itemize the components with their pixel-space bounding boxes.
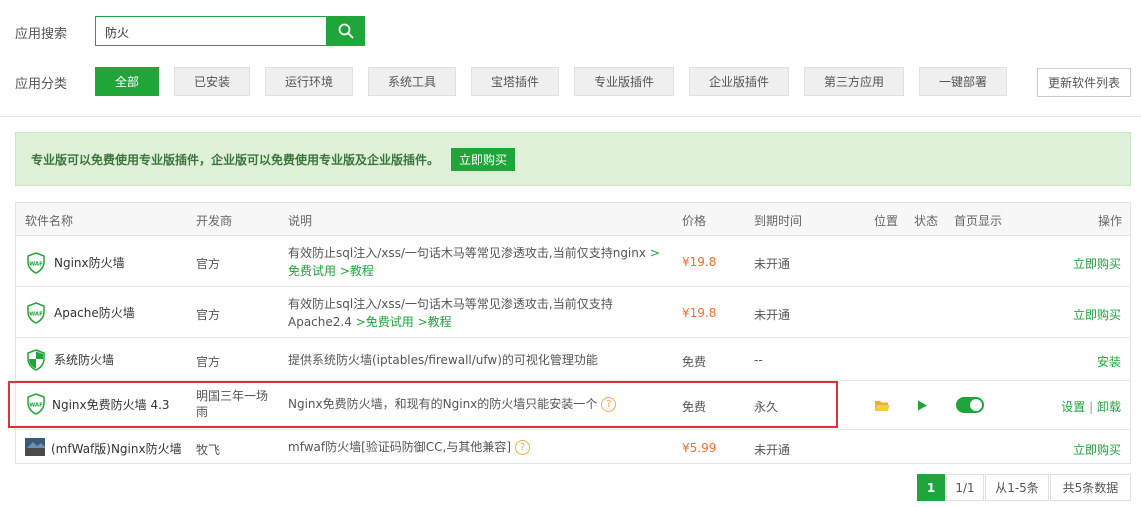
page-count: 1/1 (946, 474, 984, 501)
plugin-description: 有效防止sql注入/xss/一句话木马等常见渗透攻击,当前仅支持nginx > … (288, 246, 660, 278)
plugin-expire: 未开通 (754, 308, 791, 322)
category-all[interactable]: 全部 (95, 67, 159, 96)
plugin-name: Apache防火墙 (54, 306, 135, 320)
plugin-name: (mfWaf版)Nginx防火墙 (51, 442, 182, 456)
refresh-list-button[interactable]: 更新软件列表 (1037, 68, 1131, 97)
buy-now-link[interactable]: 立即购买 (1073, 441, 1121, 458)
svg-text:WAF: WAF (29, 312, 43, 318)
plugin-price: ¥19.8 (682, 306, 717, 320)
plugin-expire: -- (754, 353, 763, 367)
homepage-toggle[interactable] (956, 397, 984, 413)
category-system-tools[interactable]: 系统工具 (368, 67, 456, 96)
tutorial-link[interactable]: >教程 (340, 264, 374, 278)
detail-link[interactable]: > (650, 246, 660, 260)
buy-now-link[interactable]: 立即购买 (1073, 255, 1121, 272)
table-row: 系统防火墙 官方 提供系统防火墙(iptables/firewall/ufw)的… (16, 339, 1130, 381)
plugin-developer: 官方 (196, 355, 221, 369)
promo-text: 专业版可以免费使用专业版插件，企业版可以免费使用专业版及企业版插件。 (31, 152, 440, 167)
category-runtime[interactable]: 运行环境 (265, 67, 353, 96)
uninstall-link[interactable]: 卸载 (1097, 400, 1121, 414)
plugin-description: mfwaf防火墙[验证码防御CC,与其他兼容]? (288, 438, 531, 456)
divider (0, 116, 1141, 117)
plugin-description: 有效防止sql注入/xss/一句话木马等常见渗透攻击,当前仅支持 Apache2… (288, 297, 613, 329)
category-enterprise-plugins[interactable]: 企业版插件 (689, 67, 789, 96)
header-developer: 开发商 (196, 214, 233, 228)
mfwaf-logo-icon (25, 438, 45, 456)
category-bt-plugins[interactable]: 宝塔插件 (471, 67, 559, 96)
toggle-knob (970, 399, 982, 411)
plugin-price: 免费 (682, 355, 707, 369)
buy-now-link[interactable]: 立即购买 (1073, 306, 1121, 323)
header-actions: 操作 (1098, 214, 1123, 228)
waf-shield-icon: WAF (27, 302, 45, 324)
table-row: (mfWaf版)Nginx防火墙 牧飞 mfwaf防火墙[验证码防御CC,与其他… (16, 431, 1130, 464)
plugin-expire: 未开通 (754, 443, 791, 457)
header-expire: 到期时间 (754, 214, 803, 228)
search-label: 应用搜索 (15, 27, 68, 42)
header-homepage: 首页显示 (954, 214, 1003, 228)
folder-icon[interactable] (874, 399, 890, 412)
search-button[interactable] (326, 16, 365, 46)
free-trial-link[interactable]: >免费试用 (356, 315, 414, 329)
page-range: 从1-5条 (985, 474, 1049, 501)
plugin-developer: 牧飞 (196, 443, 221, 457)
svg-text:WAF: WAF (29, 262, 43, 268)
plugin-price: ¥5.99 (682, 441, 717, 455)
plugin-name: Nginx防火墙 (54, 256, 125, 270)
category-pro-plugins[interactable]: 专业版插件 (574, 67, 674, 96)
action-separator: | (1089, 400, 1094, 414)
promo-banner: 专业版可以免费使用专业版插件，企业版可以免费使用专业版及企业版插件。 立即购买 (15, 132, 1131, 186)
row-actions: 设置 | 卸载 (1061, 398, 1121, 415)
header-location: 位置 (874, 214, 899, 228)
search-icon (338, 23, 353, 39)
settings-link[interactable]: 设置 (1061, 400, 1085, 414)
category-third-party[interactable]: 第三方应用 (804, 67, 904, 96)
header-name: 软件名称 (25, 214, 74, 228)
category-installed[interactable]: 已安装 (174, 67, 250, 96)
page-total: 共5条数据 (1050, 474, 1131, 501)
play-icon[interactable] (916, 399, 928, 412)
tutorial-link[interactable]: >教程 (418, 315, 452, 329)
category-label: 应用分类 (15, 77, 68, 92)
header-status: 状态 (914, 214, 939, 228)
category-one-click-deploy[interactable]: 一键部署 (919, 67, 1007, 96)
promo-buy-button[interactable]: 立即购买 (451, 147, 516, 171)
page-current[interactable]: 1 (917, 474, 945, 501)
highlight-box (8, 381, 838, 428)
help-icon[interactable]: ? (515, 440, 531, 455)
plugin-developer: 官方 (196, 257, 221, 271)
waf-shield-icon: WAF (27, 252, 45, 274)
table-row: WAF Nginx防火墙 官方 有效防止sql注入/xss/一句话木马等常见渗透… (16, 237, 1130, 287)
plugin-price: ¥19.8 (682, 255, 717, 269)
plugin-expire: 未开通 (754, 257, 791, 271)
header-price: 价格 (682, 214, 707, 228)
plugin-developer: 官方 (196, 308, 221, 322)
free-trial-link[interactable]: 免费试用 (288, 264, 336, 278)
table-row: WAF Apache防火墙 官方 有效防止sql注入/xss/一句话木马等常见渗… (16, 288, 1130, 338)
plugin-name: 系统防火墙 (54, 353, 115, 367)
system-shield-icon (27, 349, 45, 371)
table-header: 软件名称 开发商 说明 价格 到期时间 位置 状态 首页显示 操作 (16, 203, 1130, 236)
install-link[interactable]: 安装 (1097, 353, 1121, 370)
header-description: 说明 (288, 214, 313, 228)
search-input[interactable]: 防火 (95, 16, 327, 46)
plugin-description: 提供系统防火墙(iptables/firewall/ufw)的可视化管理功能 (288, 353, 598, 367)
